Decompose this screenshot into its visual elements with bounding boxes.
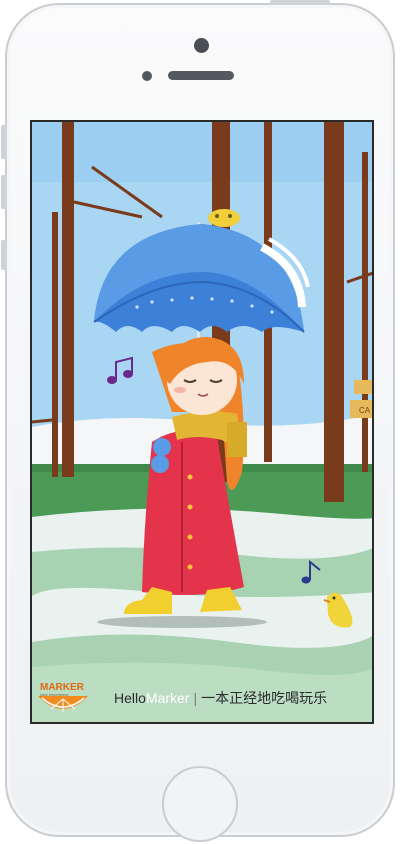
signpost-text: CA <box>359 406 371 415</box>
volume-down-button[interactable] <box>1 175 7 209</box>
caption-separator: | <box>193 690 198 706</box>
caption-marker: Marker <box>145 690 190 706</box>
logo-subtext: your experience <box>40 692 69 697</box>
power-button[interactable] <box>270 0 330 5</box>
caption-slogan: 一本正经地吃喝玩乐 <box>201 690 328 706</box>
earpiece-speaker <box>168 71 234 80</box>
wallpaper-caption: HelloMarker | 一本正经地吃喝玩乐 <box>114 688 327 708</box>
wallpaper-screen: CA <box>30 120 374 724</box>
winter-girl-illustration: CA <box>32 122 372 722</box>
volume-up-button[interactable] <box>1 125 7 159</box>
front-camera-icon <box>194 38 209 53</box>
home-button[interactable] <box>160 764 240 844</box>
marker-logo: MARKER your experience <box>38 682 88 712</box>
proximity-sensor-icon <box>142 71 152 81</box>
mute-switch[interactable] <box>1 240 7 270</box>
caption-hello: Hello <box>114 690 146 706</box>
